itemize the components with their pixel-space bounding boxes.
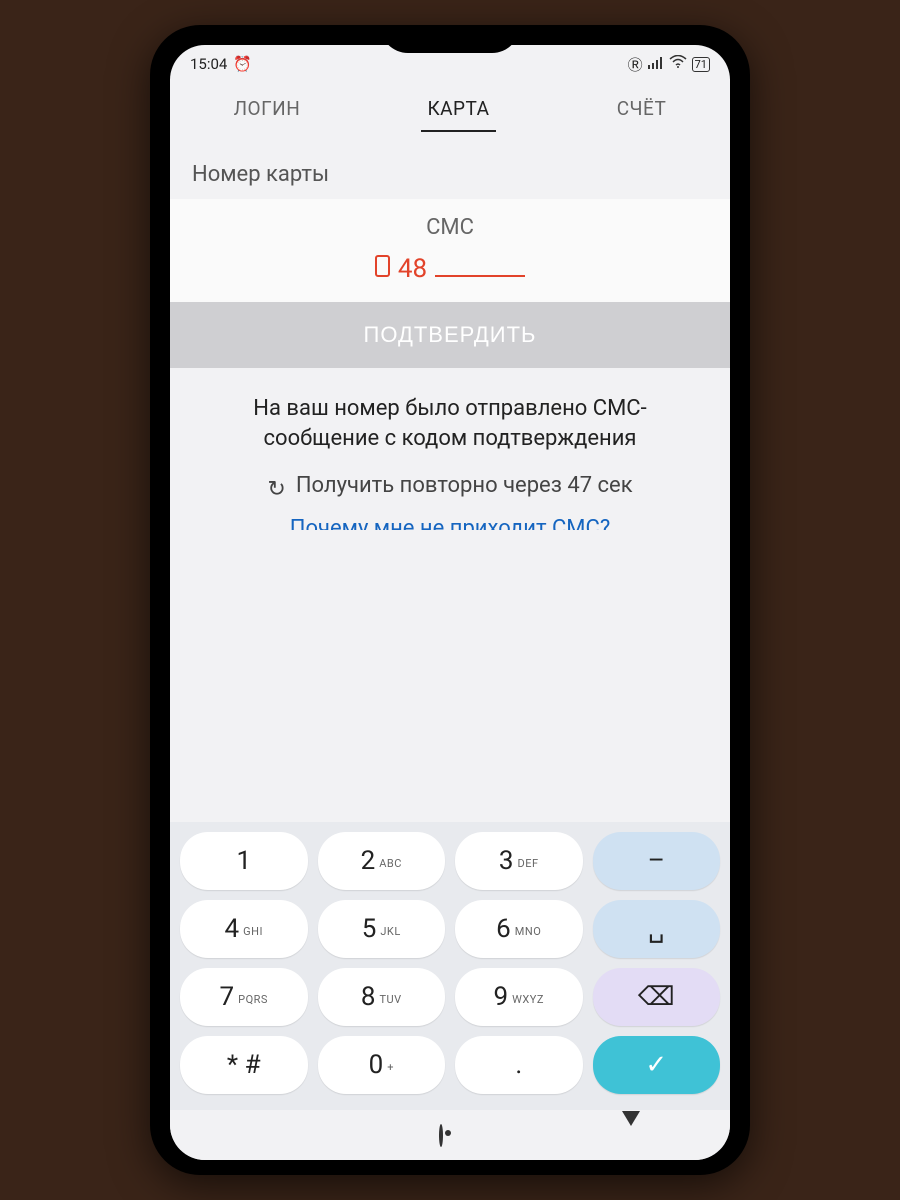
key-4[interactable]: 4GHI [180, 900, 308, 958]
key-3[interactable]: 3DEF [455, 832, 583, 890]
wifi-icon [669, 55, 687, 73]
login-tabs: ЛОГИН КАРТА СЧЁТ [170, 79, 730, 132]
tab-account[interactable]: СЧЁТ [611, 87, 673, 132]
key-9[interactable]: 9WXYZ [455, 968, 583, 1026]
alarm-icon: ⏰ [233, 55, 252, 73]
resend-countdown: Получить повторно через 47 сек [296, 473, 633, 498]
sms-title: СМС [170, 215, 730, 240]
key-dot[interactable]: . [455, 1036, 583, 1094]
nav-back[interactable] [622, 1126, 640, 1145]
tab-card[interactable]: КАРТА [421, 87, 495, 132]
key-backspace[interactable]: ⌫ [593, 968, 721, 1026]
status-time: 15:04 [190, 55, 227, 73]
key-1[interactable]: 1 [180, 832, 308, 890]
key-enter[interactable]: ✓ [593, 1036, 721, 1094]
resend-row: ↻ Получить повторно через 47 сек [170, 469, 730, 512]
sms-entered-digits: 48 [398, 254, 427, 284]
content-area: Номер карты СМС 48 ПОДТВЕРДИТЬ На ваш но… [170, 132, 730, 822]
backspace-icon: ⌫ [638, 982, 675, 1012]
key-dash[interactable]: – [593, 832, 721, 890]
sms-code-input[interactable]: 48 [170, 254, 730, 284]
sms-underline [435, 275, 525, 277]
numeric-keyboard: 1 2ABC 3DEF – 4GHI 5JKL 6MNO ␣ 7PQRS 8TU… [170, 822, 730, 1110]
sms-panel: СМС 48 ПОДТВЕРДИТЬ [170, 199, 730, 368]
sms-info-text: На ваш номер было отправлено СМС-сообщен… [170, 368, 730, 469]
confirm-button[interactable]: ПОДТВЕРДИТЬ [170, 302, 730, 368]
android-navbar [170, 1110, 730, 1160]
key-space[interactable]: ␣ [593, 900, 721, 958]
why-no-sms-link[interactable]: Почему мне не приходит СМС? [170, 512, 730, 530]
phone-icon [375, 255, 390, 277]
card-number-label: Номер карты [170, 132, 730, 195]
key-8[interactable]: 8TUV [318, 968, 446, 1026]
screen: 15:04 ⏰ Ⓡ 71 ЛОГИН КАРТА СЧЁТ Номер карт… [170, 45, 730, 1160]
nav-home[interactable] [439, 1126, 443, 1145]
key-6[interactable]: 6MNO [455, 900, 583, 958]
battery-level: 71 [692, 57, 710, 72]
key-symbols[interactable]: * # [180, 1036, 308, 1094]
key-7[interactable]: 7PQRS [180, 968, 308, 1026]
r-icon: Ⓡ [628, 54, 643, 75]
phone-frame: 15:04 ⏰ Ⓡ 71 ЛОГИН КАРТА СЧЁТ Номер карт… [150, 25, 750, 1175]
notch [380, 25, 520, 53]
key-2[interactable]: 2ABC [318, 832, 446, 890]
key-5[interactable]: 5JKL [318, 900, 446, 958]
key-0[interactable]: 0+ [318, 1036, 446, 1094]
tab-login[interactable]: ЛОГИН [228, 87, 307, 132]
refresh-icon: ↻ [267, 477, 285, 502]
signal-icon [648, 55, 664, 73]
check-icon: ✓ [645, 1050, 667, 1080]
